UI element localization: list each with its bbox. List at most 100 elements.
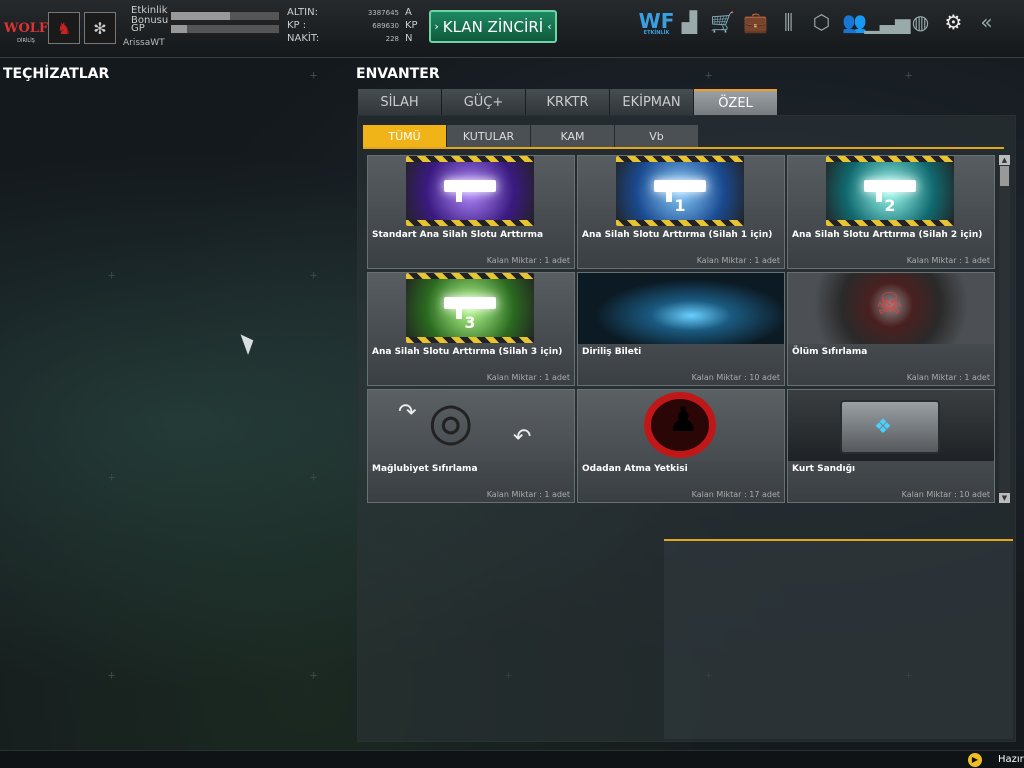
grid-mark: + <box>108 470 116 484</box>
inventory-item[interactable]: 2 Ana Silah Slotu Arttırma (Silah 2 için… <box>787 155 995 269</box>
resource-unit: N <box>405 33 413 44</box>
skull-icon: ☠ <box>876 287 903 322</box>
rifle-icon <box>654 180 706 202</box>
scroll-up-icon[interactable]: ▲ <box>999 155 1010 165</box>
item-name: Mağlubiyet Sıfırlama <box>372 464 478 474</box>
item-name: Diriliş Bileti <box>582 347 642 357</box>
event-bonus-bar <box>170 11 280 21</box>
inventory-item[interactable]: ❖ Kurt Sandığı Kalan Miktar : 10 adet <box>787 389 995 503</box>
wolf-chest-image: ❖ <box>788 390 994 461</box>
target-icon: ◎ <box>428 392 474 452</box>
inventory-item[interactable]: Diriliş Bileti Kalan Miktar : 10 adet <box>577 272 785 386</box>
item-name: Standart Ana Silah Slotu Arttırma <box>372 230 544 240</box>
slot-number: 1 <box>674 196 686 215</box>
mouse-cursor <box>240 330 258 356</box>
inventory-item[interactable]: Standart Ana Silah Slotu Arttırma Kalan … <box>367 155 575 269</box>
item-image: 3 <box>368 273 574 344</box>
item-image: 2 <box>788 156 994 227</box>
arrow-icon: ↶ <box>513 425 532 450</box>
item-image: 1 <box>578 156 784 227</box>
resource-unit: KP <box>405 20 418 31</box>
target-reset-image: ◎ ↷ ↶ <box>368 390 574 461</box>
item-quantity: Kalan Miktar : 1 adet <box>906 373 990 382</box>
scroll-thumb[interactable] <box>1000 166 1009 186</box>
inventory-briefcase-icon[interactable]: 💼 <box>739 6 772 38</box>
tab-character[interactable]: KRKTR <box>526 89 609 115</box>
equipment-title: TEÇHİZATLAR <box>3 66 110 82</box>
inventory-item[interactable]: ☠ Ölüm Sıfırlama Kalan Miktar : 1 adet <box>787 272 995 386</box>
resource-value: 3387645 <box>367 9 399 17</box>
resource-value: 228 <box>385 35 399 43</box>
logo-text: WOLF <box>3 20 49 36</box>
top-bar: WOLF DİRİLİŞ ♞ ✻ Etkinlik Bonusu GP Aris… <box>0 0 1024 58</box>
resurrection-ticket-image <box>578 273 784 344</box>
grid-mark: + <box>310 668 318 682</box>
subtab-etc[interactable]: Vb <box>615 125 698 147</box>
box-icon[interactable]: ⬡ <box>805 6 838 38</box>
ready-icon[interactable]: ▶ <box>968 753 982 767</box>
resource-cash: NAKİT: 228 N <box>287 33 425 46</box>
wolf-logo: WOLF DİRİLİŞ <box>3 12 49 45</box>
rank-badge-icon[interactable]: ✻ <box>84 12 116 44</box>
resource-kp: KP : 689630 KP <box>287 20 425 33</box>
item-quantity: Kalan Miktar : 1 adet <box>486 490 570 499</box>
wolf-emblem-icon: ❖ <box>874 414 892 438</box>
item-quantity: Kalan Miktar : 1 adet <box>906 256 990 265</box>
tab-weapon[interactable]: SİLAH <box>358 89 441 115</box>
slot-number: 3 <box>464 313 476 332</box>
item-quantity: Kalan Miktar : 10 adet <box>901 490 990 499</box>
resource-label: KP : <box>287 20 307 31</box>
item-name: Ana Silah Slotu Arttırma (Silah 1 için) <box>582 230 773 240</box>
brand-sub: ETKİNLİK <box>643 29 670 36</box>
inventory-item[interactable]: ♟ Odadan Atma Yetkisi Kalan Miktar : 17 … <box>577 389 785 503</box>
item-name: Ölüm Sıfırlama <box>792 347 868 357</box>
kick-authority-image: ♟ <box>578 390 784 461</box>
ready-status: Hazır <box>998 754 1024 765</box>
rifle-icon <box>864 180 916 202</box>
stats-icon[interactable]: ▁▃▅ <box>864 6 910 38</box>
item-quantity: Kalan Miktar : 1 adet <box>486 373 570 382</box>
tab-equipment[interactable]: EKİPMAN <box>610 89 693 115</box>
item-name: Kurt Sandığı <box>792 464 856 474</box>
ammo-icon[interactable]: ⫼ <box>772 6 805 38</box>
scroll-down-icon[interactable]: ▼ <box>999 493 1010 503</box>
item-quantity: Kalan Miktar : 1 adet <box>696 256 780 265</box>
globe-icon[interactable]: ◍ <box>904 6 937 38</box>
player-name: ArissaWT <box>123 38 165 48</box>
inventory-item[interactable]: 3 Ana Silah Slotu Arttırma (Silah 3 için… <box>367 272 575 386</box>
tab-special[interactable]: ÖZEL <box>694 89 777 115</box>
inventory-item[interactable]: ◎ ↷ ↶ Mağlubiyet Sıfırlama Kalan Miktar … <box>367 389 575 503</box>
item-name: Odadan Atma Yetkisi <box>582 464 688 474</box>
clan-chain-label: KLAN ZİNCİRİ <box>442 17 544 36</box>
subtab-all[interactable]: TÜMÜ <box>363 125 446 147</box>
resource-label: ALTIN: <box>287 7 318 18</box>
item-name: Ana Silah Slotu Arttırma (Silah 2 için) <box>792 230 983 240</box>
subtab-underline <box>363 147 1004 149</box>
item-scrollbar[interactable]: ▲ ▼ <box>999 155 1010 503</box>
person-icon: ♟ <box>668 400 699 440</box>
shop-cart-icon[interactable]: 🛒 <box>706 6 739 38</box>
item-image <box>368 156 574 227</box>
event-brand-icon[interactable]: WF ETKİNLİK <box>639 6 675 38</box>
item-quantity: Kalan Miktar : 1 adet <box>486 256 570 265</box>
grid-mark: + <box>108 668 116 682</box>
grid-mark: + <box>705 68 713 82</box>
grid-mark: + <box>310 268 318 282</box>
clan-chain-button[interactable]: › KLAN ZİNCİRİ ‹ <box>429 10 557 43</box>
inventory-item[interactable]: 1 Ana Silah Slotu Arttırma (Silah 1 için… <box>577 155 785 269</box>
gp-bar <box>170 24 280 34</box>
city-icon[interactable]: ▟ <box>673 6 706 38</box>
back-icon[interactable]: « <box>970 6 1003 38</box>
inventory-subtabs: TÜMÜ KUTULAR KAM Vb <box>363 125 699 147</box>
item-name: Ana Silah Slotu Arttırma (Silah 3 için) <box>372 347 563 357</box>
resource-value: 689630 <box>372 22 399 30</box>
subtab-camo[interactable]: KAM <box>531 125 614 147</box>
resource-label: NAKİT: <box>287 33 320 44</box>
tab-power[interactable]: GÜÇ+ <box>442 89 525 115</box>
gear-icon[interactable]: ⚙ <box>937 6 970 38</box>
clan-emblem-icon[interactable]: ♞ <box>48 12 80 44</box>
grid-mark: + <box>108 268 116 282</box>
item-quantity: Kalan Miktar : 10 adet <box>691 373 780 382</box>
item-grid: Standart Ana Silah Slotu Arttırma Kalan … <box>367 155 995 503</box>
subtab-boxes[interactable]: KUTULAR <box>447 125 530 147</box>
